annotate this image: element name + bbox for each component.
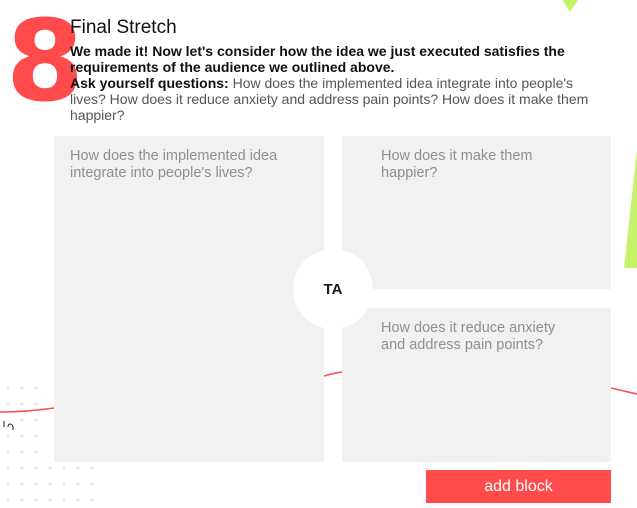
handwriting-scribble bbox=[3, 421, 14, 430]
section-title: Final Stretch bbox=[70, 17, 177, 38]
red-curve-line-middle bbox=[323, 371, 343, 377]
red-curve-line-left bbox=[0, 407, 55, 413]
sticky-card-anxiety[interactable]: How does it reduce anxiety and address p… bbox=[342, 308, 611, 462]
avatar[interactable]: TA bbox=[293, 249, 373, 329]
lime-shape-right bbox=[624, 150, 637, 268]
instructions-label: Ask yourself questions: bbox=[70, 75, 229, 91]
sticky-card-happier[interactable]: How does it make them happier? bbox=[342, 136, 611, 289]
lime-triangle-top bbox=[562, 0, 578, 12]
red-curve-line-right bbox=[610, 387, 637, 395]
sticky-card-integration[interactable]: How does the implemented idea integrate … bbox=[54, 136, 324, 462]
add-block-button[interactable]: add block bbox=[426, 470, 611, 503]
section-header: Final Stretch We made it! Now let's cons… bbox=[70, 16, 610, 123]
section-lead: We made it! Now let's consider how the i… bbox=[70, 43, 565, 75]
section-instructions: Ask yourself questions: How does the imp… bbox=[70, 75, 610, 123]
